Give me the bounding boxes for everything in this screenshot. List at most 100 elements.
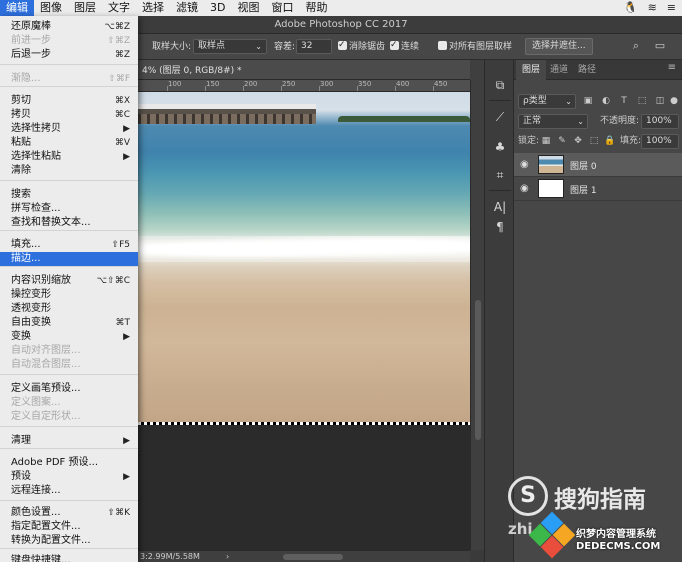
document-tab[interactable]: 4% (图层 0, RGB/8#) * — [138, 60, 470, 80]
adjustment-filter-icon[interactable]: ◐ — [600, 95, 612, 107]
paragraph-icon[interactable]: ¶ — [491, 218, 509, 236]
menubar-item-8[interactable]: 窗口 — [265, 0, 299, 16]
edit-menu-item-27[interactable]: 预设 ▶ — [0, 470, 138, 484]
menu-item-label: 内容识别缩放 — [11, 275, 71, 286]
edit-menu-item-32[interactable]: 键盘快捷键... — [0, 554, 138, 562]
select-and-mask-button[interactable]: 选择并遮住... — [525, 38, 593, 55]
menubar-item-4[interactable]: 选择 — [136, 0, 170, 16]
horizontal-scroll-thumb[interactable] — [283, 554, 343, 560]
tab-paths[interactable]: 路径 — [572, 60, 602, 80]
pixel-filter-icon[interactable]: ▣ — [582, 95, 594, 107]
contiguous-checkbox[interactable]: 连续 — [390, 37, 419, 55]
fill-input[interactable]: 100% — [641, 134, 679, 149]
menubar-item-2[interactable]: 图层 — [68, 0, 102, 16]
edit-menu-item-9[interactable]: 清除 — [0, 164, 138, 178]
opacity-input[interactable]: 100% — [641, 114, 679, 129]
canvas-area[interactable] — [138, 92, 470, 550]
sample-size-select[interactable]: 取样点 ⌄ — [193, 39, 267, 54]
edit-menu-item-10[interactable]: 搜索 — [0, 188, 138, 202]
menu-shortcut: ⌘T — [115, 318, 131, 328]
filter-toggle-icon[interactable]: ● — [668, 95, 680, 107]
lock-position-icon[interactable]: ✥ — [572, 135, 584, 147]
horizontal-ruler[interactable]: 100 150 200 250 300 350 400 450 — [138, 80, 470, 92]
panel-menu-icon[interactable]: ≡ — [668, 62, 676, 73]
menu-item-label: 前进一步 — [11, 35, 51, 46]
qq-icon[interactable]: 🐧 — [624, 0, 638, 16]
menu-item-label: 自动混合图层... — [11, 359, 81, 370]
menu-item-label: 选择性粘贴 — [11, 151, 61, 162]
menubar-item-1[interactable]: 图像 — [34, 0, 68, 16]
edit-menu-item-8[interactable]: 选择性粘贴 ▶ — [0, 150, 138, 164]
menu-divider — [0, 64, 138, 65]
checkbox-icon[interactable] — [390, 37, 399, 53]
search-icon[interactable]: ⌕ — [628, 38, 644, 54]
lock-artboard-icon[interactable]: ⬚ — [588, 135, 600, 147]
visibility-eye-icon[interactable]: ◉ — [520, 159, 529, 170]
wifi-icon[interactable]: ≋ — [648, 0, 657, 16]
history-icon[interactable]: ⧉ — [491, 76, 509, 94]
blend-mode-select[interactable]: 正常 ⌄ — [518, 114, 588, 129]
edit-menu-item-26[interactable]: Adobe PDF 预设... — [0, 456, 138, 470]
menubar-item-0[interactable]: 编辑 — [0, 0, 34, 16]
submenu-arrow-icon: ▶ — [123, 436, 130, 446]
smart-object-filter-icon[interactable]: ◫ — [654, 95, 666, 107]
edit-menu-item-5[interactable]: 拷贝 ⌘C — [0, 108, 138, 122]
edit-menu-item-0[interactable]: 还原魔棒 ⌥⌘Z — [0, 20, 138, 34]
edit-menu-item-4[interactable]: 剪切 ⌘X — [0, 94, 138, 108]
layer-row-1[interactable]: ◉ 图层 1 — [514, 177, 682, 201]
edit-menu-item-17[interactable]: 透视变形 — [0, 302, 138, 316]
type-filter-icon[interactable]: T — [618, 95, 630, 107]
edit-menu-item-12[interactable]: 查找和替换文本... — [0, 216, 138, 230]
menu-shortcut: ⌘V — [114, 138, 130, 148]
edit-menu-item-30[interactable]: 指定配置文件... — [0, 520, 138, 534]
checkbox-icon[interactable] — [438, 41, 447, 50]
menubar-item-7[interactable]: 视图 — [231, 0, 265, 16]
edit-menu-item-15[interactable]: 内容识别缩放 ⌥⇧⌘C — [0, 274, 138, 288]
edit-menu-item-18[interactable]: 自由变换 ⌘T — [0, 316, 138, 330]
layer-row-0[interactable]: ◉ 图层 0 — [514, 153, 682, 177]
menu-item-label: Adobe PDF 预设... — [11, 457, 99, 468]
edit-menu-item-16[interactable]: 操控变形 — [0, 288, 138, 302]
menubar-status-icons: 🐧 ≋ ≡ — [624, 0, 676, 16]
checkbox-icon[interactable] — [338, 37, 347, 53]
edit-menu-item-25[interactable]: 清理 ▶ — [0, 434, 138, 448]
opacity-label: 不透明度: — [600, 116, 640, 126]
vertical-scroll-thumb[interactable] — [475, 300, 481, 440]
edit-menu-item-19[interactable]: 变换 ▶ — [0, 330, 138, 344]
pier-roof — [138, 104, 316, 109]
brush-icon[interactable]: ⟋ — [491, 108, 509, 126]
edit-menu-item-13[interactable]: 填充... ⇧F5 — [0, 238, 138, 252]
edit-menu-item-29[interactable]: 颜色设置... ⇧⌘K — [0, 506, 138, 520]
vertical-scrollbar[interactable] — [470, 80, 484, 550]
edit-menu-item-28[interactable]: 远程连接... — [0, 484, 138, 498]
layer-filter-select[interactable]: ρ类型 ⌄ — [518, 94, 576, 109]
edit-menu-item-7[interactable]: 粘贴 ⌘V — [0, 136, 138, 150]
anti-alias-checkbox[interactable]: 消除锯齿 — [338, 37, 385, 55]
character-icon[interactable]: A| — [491, 198, 509, 216]
clone-source-icon[interactable]: ♣ — [491, 138, 509, 156]
workspace-icon[interactable]: ▭ — [652, 38, 668, 54]
menubar-item-6[interactable]: 3D — [204, 0, 231, 16]
tab-layers[interactable]: 图层 — [516, 60, 547, 80]
edit-menu-item-6[interactable]: 选择性拷贝 ▶ — [0, 122, 138, 136]
edit-menu-item-2[interactable]: 后退一步 ⌘Z — [0, 48, 138, 62]
menubar-item-9[interactable]: 帮助 — [299, 0, 333, 16]
menubar-item-3[interactable]: 文字 — [102, 0, 136, 16]
shape-filter-icon[interactable]: ⬚ — [636, 95, 648, 107]
edit-menu-item-31[interactable]: 转换为配置文件... — [0, 534, 138, 548]
lock-all-icon[interactable]: 🔒 — [604, 135, 616, 147]
status-arrow-icon[interactable]: › — [226, 551, 229, 562]
edit-menu-item-11[interactable]: 拼写检查... — [0, 202, 138, 216]
lock-image-icon[interactable]: ✎ — [556, 135, 568, 147]
lock-transparent-icon[interactable]: ▦ — [540, 135, 552, 147]
beach-photo[interactable] — [138, 92, 470, 422]
menubar-item-5[interactable]: 滤镜 — [170, 0, 204, 16]
visibility-eye-icon[interactable]: ◉ — [520, 183, 529, 194]
tab-channels[interactable]: 通道 — [544, 60, 574, 80]
edit-menu-item-14[interactable]: 描边... — [0, 252, 138, 266]
tolerance-input[interactable]: 32 — [296, 39, 332, 54]
control-center-icon[interactable]: ≡ — [667, 0, 676, 16]
sample-all-layers-checkbox[interactable]: 对所有图层取样 — [438, 39, 512, 55]
edit-menu-item-22[interactable]: 定义画笔预设... — [0, 382, 138, 396]
crop-icon[interactable]: ⌗ — [491, 166, 509, 184]
